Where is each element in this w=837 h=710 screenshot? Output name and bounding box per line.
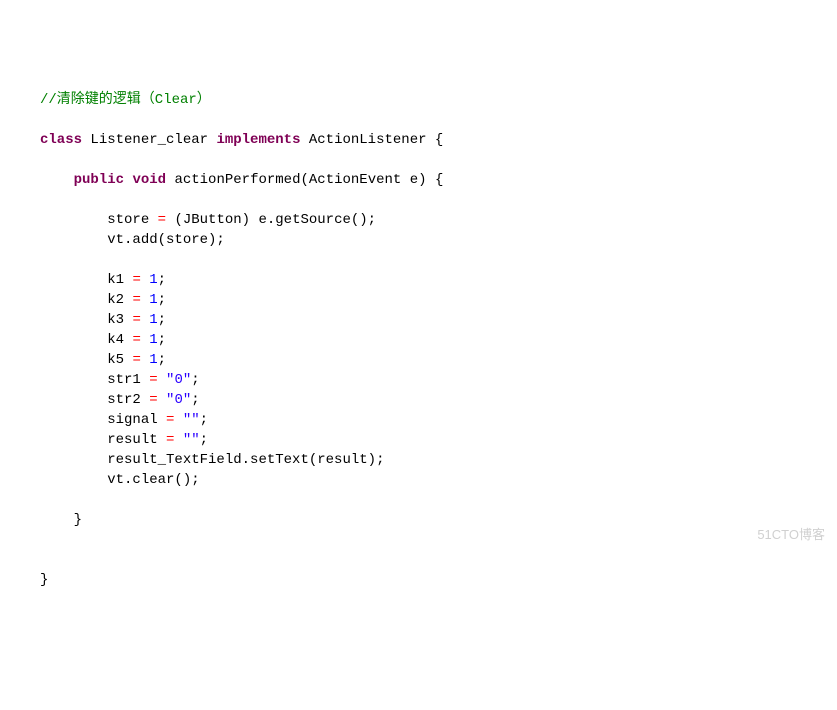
semi: ; bbox=[200, 412, 208, 428]
var: k2 bbox=[107, 292, 124, 308]
watermark: 51CTO博客 bbox=[757, 525, 825, 545]
keyword-public: public bbox=[74, 172, 124, 188]
str: "" bbox=[183, 432, 200, 448]
semi: ; bbox=[158, 352, 166, 368]
num: 1 bbox=[149, 332, 157, 348]
semi: ; bbox=[158, 292, 166, 308]
var: str2 bbox=[107, 392, 141, 408]
var: str1 bbox=[107, 372, 141, 388]
num: 1 bbox=[149, 312, 157, 328]
num: 1 bbox=[149, 292, 157, 308]
op-eq: = bbox=[132, 312, 140, 328]
str: "0" bbox=[166, 372, 191, 388]
semi: ; bbox=[158, 272, 166, 288]
op-eq: = bbox=[166, 432, 174, 448]
semi: ; bbox=[191, 392, 199, 408]
semi: ; bbox=[200, 432, 208, 448]
method-name: actionPerformed bbox=[174, 172, 300, 188]
interface-name: ActionListener bbox=[309, 132, 427, 148]
comment-line: //清除键的逻辑（Clear） bbox=[40, 92, 211, 108]
stmt: (JButton) e.getSource(); bbox=[174, 212, 376, 228]
op-eq: = bbox=[132, 332, 140, 348]
param-name: e bbox=[410, 172, 418, 188]
var: k1 bbox=[107, 272, 124, 288]
stmt: result_TextField.setText(result); bbox=[107, 452, 384, 468]
stmt: vt.add(store); bbox=[107, 232, 225, 248]
op-eq: = bbox=[149, 372, 157, 388]
brace-open: { bbox=[435, 172, 443, 188]
op-eq: = bbox=[158, 212, 166, 228]
op-eq: = bbox=[149, 392, 157, 408]
keyword-void: void bbox=[132, 172, 166, 188]
var: result bbox=[107, 432, 157, 448]
str: "0" bbox=[166, 392, 191, 408]
keyword-class: class bbox=[40, 132, 82, 148]
code-block: //清除键的逻辑（Clear） class Listener_clear imp… bbox=[40, 90, 797, 590]
op-eq: = bbox=[132, 292, 140, 308]
brace-close: } bbox=[74, 512, 82, 528]
semi: ; bbox=[158, 332, 166, 348]
str: "" bbox=[183, 412, 200, 428]
op-eq: = bbox=[132, 352, 140, 368]
brace-close: } bbox=[40, 572, 48, 588]
brace-open: { bbox=[435, 132, 443, 148]
var: k3 bbox=[107, 312, 124, 328]
param-type: ActionEvent bbox=[309, 172, 401, 188]
var: k5 bbox=[107, 352, 124, 368]
var: signal bbox=[107, 412, 157, 428]
num: 1 bbox=[149, 272, 157, 288]
semi: ; bbox=[158, 312, 166, 328]
keyword-implements: implements bbox=[216, 132, 300, 148]
stmt: store bbox=[107, 212, 149, 228]
semi: ; bbox=[191, 372, 199, 388]
var: k4 bbox=[107, 332, 124, 348]
op-eq: = bbox=[166, 412, 174, 428]
num: 1 bbox=[149, 352, 157, 368]
stmt: vt.clear(); bbox=[107, 472, 199, 488]
op-eq: = bbox=[132, 272, 140, 288]
class-name: Listener_clear bbox=[90, 132, 208, 148]
